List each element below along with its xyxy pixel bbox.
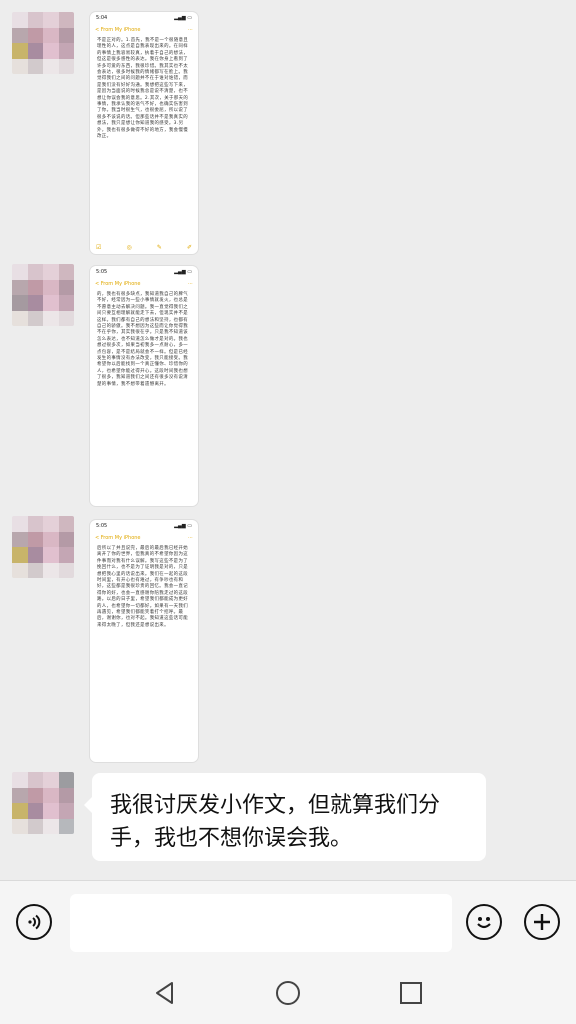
avatar[interactable] [12,12,74,74]
signal-icons: ▂▄▆ ▭ [174,269,192,275]
notes-header: < From My iPhone ⋯ [90,279,198,289]
input-bar [0,880,576,963]
checklist-icon: ☑ [96,244,102,251]
back-label: < From My iPhone [95,535,141,541]
notes-toolbar: ☑ ◎ ✎ ✐ [96,244,192,251]
voice-icon[interactable] [16,904,52,940]
signal-icons: ▂▄▆ ▭ [174,15,192,21]
message-image[interactable]: 5:05 ▂▄▆ ▭ < From My iPhone ⋯ 的，我也有很多缺点，… [90,266,198,506]
more-icon: ⋯ [188,535,193,541]
status-time: 5:04 [96,15,108,21]
emoji-icon[interactable] [466,904,502,940]
pen-icon: ✎ [156,244,162,251]
status-bar: 5:05 ▂▄▆ ▭ [90,520,198,533]
status-bar: 5:05 ▂▄▆ ▭ [90,266,198,279]
message-input[interactable] [70,894,452,952]
back-icon[interactable] [150,978,180,1008]
message-image[interactable]: 5:05 ▂▄▆ ▭ < From My iPhone ⋯ 后所以了并且说完，最… [90,520,198,762]
camera-icon: ◎ [126,244,132,251]
status-time: 5:05 [96,523,108,529]
message-bubble[interactable]: 我很讨厌发小作文，但就算我们分手，我也不想你误会我。 [84,773,486,861]
notes-body: 不是正对的。1.首先，我不是一个很随意且理性的人，这点是自我表现出来的。在同样的… [97,38,189,140]
more-icon: ⋯ [188,27,193,33]
recents-icon[interactable] [396,978,426,1008]
back-label: < From My iPhone [95,281,141,287]
avatar[interactable] [12,264,74,326]
avatar[interactable] [12,772,74,834]
signal-icons: ▂▄▆ ▭ [174,523,192,529]
back-label: < From My iPhone [95,27,141,33]
compose-icon: ✐ [186,244,192,251]
notes-body: 的，我也有很多缺点，我知道我自己的脾气不好，经常因为一些小事情就发火，也总是不愿… [97,292,189,387]
status-time: 5:05 [96,269,108,275]
avatar[interactable] [12,516,74,578]
home-icon[interactable] [273,978,303,1008]
plus-icon[interactable] [524,904,560,940]
navigation-bar [0,962,576,1024]
notes-header: < From My iPhone ⋯ [90,533,198,543]
more-icon: ⋯ [188,281,193,287]
notes-header: < From My iPhone ⋯ [90,25,198,35]
chat-area: 5:04 ▂▄▆ ▭ < From My iPhone ⋯ 不是正对的。1.首先… [0,0,576,880]
message-image[interactable]: 5:04 ▂▄▆ ▭ < From My iPhone ⋯ 不是正对的。1.首先… [90,12,198,254]
status-bar: 5:04 ▂▄▆ ▭ [90,12,198,25]
notes-body: 后所以了并且说完，最后的最后我已经开始离开了你的世界，但我真的不希望你因为这件事… [97,546,189,628]
